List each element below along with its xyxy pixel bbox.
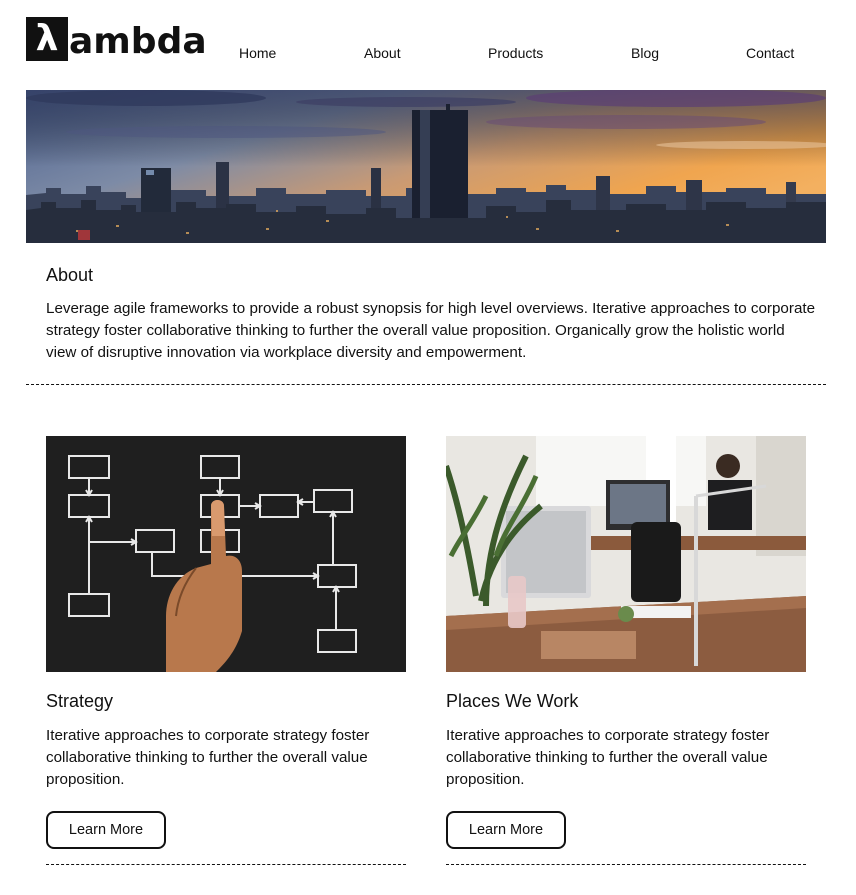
section-divider bbox=[26, 384, 826, 385]
strategy-learn-more-button[interactable]: Learn More bbox=[46, 811, 166, 849]
strategy-image bbox=[46, 436, 406, 672]
card-divider bbox=[446, 864, 806, 865]
about-paragraph: Leverage agile frameworks to provide a r… bbox=[46, 300, 816, 361]
places-learn-more-button[interactable]: Learn More bbox=[446, 811, 566, 849]
strategy-text: Iterative approaches to corporate strate… bbox=[46, 727, 370, 788]
nav-link-blog[interactable]: Blog bbox=[631, 44, 659, 62]
places-image bbox=[446, 436, 806, 672]
places-card: Places We Work Iterative approaches to c… bbox=[446, 436, 806, 865]
nav-link-home[interactable]: Home bbox=[239, 44, 276, 62]
places-title: Places We Work bbox=[446, 691, 579, 711]
strategy-title: Strategy bbox=[46, 691, 114, 711]
nav-link-products[interactable]: Products bbox=[488, 44, 543, 62]
card-divider bbox=[46, 864, 406, 865]
places-text: Iterative approaches to corporate strate… bbox=[446, 727, 770, 788]
nav-link-about[interactable]: About bbox=[364, 44, 401, 62]
site-header: λ ambda Home About Products Blog Contact bbox=[0, 0, 856, 90]
main-nav: Home About Products Blog Contact bbox=[0, 44, 856, 64]
about-heading: About bbox=[46, 265, 94, 285]
strategy-card: Strategy Iterative approaches to corpora… bbox=[46, 436, 406, 865]
nav-link-contact[interactable]: Contact bbox=[746, 44, 794, 62]
hero-image bbox=[26, 90, 826, 243]
